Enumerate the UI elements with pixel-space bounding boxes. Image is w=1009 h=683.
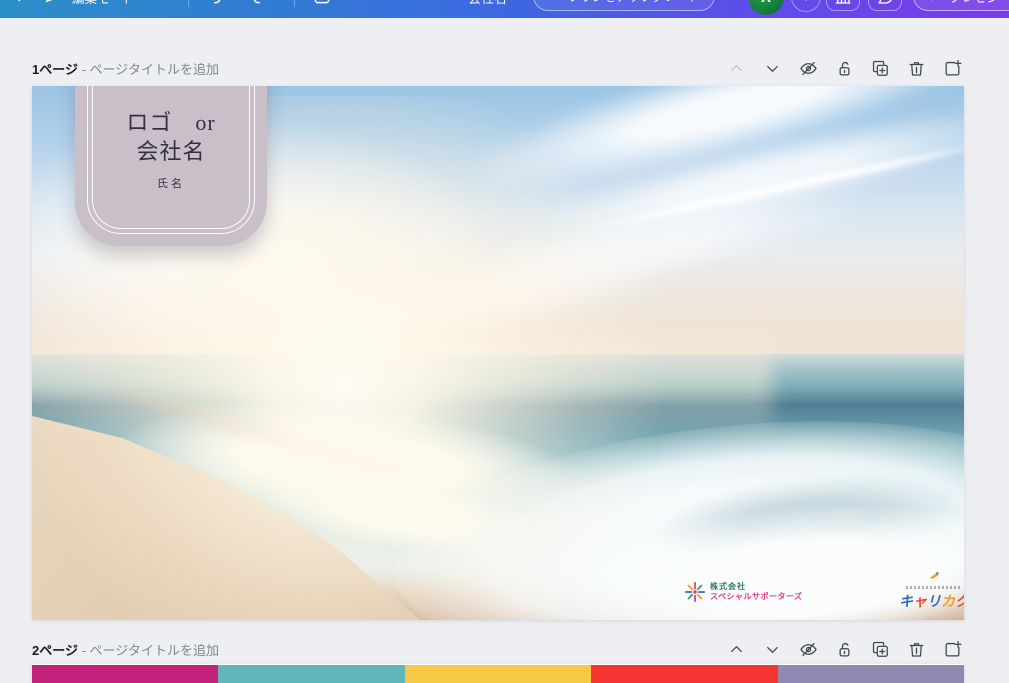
logo-or-line: ロゴ or bbox=[75, 108, 267, 137]
page-1-number: 1ページ bbox=[32, 59, 78, 78]
hide-page-button[interactable] bbox=[796, 637, 820, 661]
user-avatar[interactable]: X bbox=[748, 0, 784, 15]
career-brand-text: キャリカク bbox=[894, 591, 964, 611]
color-strip bbox=[32, 665, 964, 683]
toolbar-divider bbox=[188, 0, 189, 7]
color-block bbox=[32, 665, 218, 683]
add-page-icon bbox=[943, 640, 962, 659]
unlock-icon bbox=[835, 59, 854, 78]
hide-page-button[interactable] bbox=[796, 56, 820, 80]
eye-off-icon bbox=[799, 640, 818, 659]
chevron-down-icon bbox=[763, 59, 782, 78]
company-logo[interactable]: 株式会社 スペシャルサポーターズ bbox=[684, 581, 803, 603]
avatar-letter: X bbox=[761, 0, 771, 6]
page-2-controls bbox=[724, 637, 964, 661]
logo-card[interactable]: ロゴ or 会社名 氏名 bbox=[75, 86, 267, 246]
play-icon bbox=[928, 0, 942, 3]
toolbar-divider bbox=[294, 0, 295, 7]
page-1-title-placeholder[interactable]: - ページタイトルを追加 bbox=[78, 59, 219, 78]
duplicate-page-button[interactable] bbox=[868, 56, 892, 80]
page-2-canvas[interactable] bbox=[32, 664, 964, 683]
invite-member-button[interactable]: + bbox=[791, 0, 821, 12]
lock-page-button[interactable] bbox=[832, 637, 856, 661]
color-block bbox=[218, 665, 404, 683]
logo-card-text[interactable]: ロゴ or 会社名 氏名 bbox=[75, 108, 267, 191]
color-block bbox=[591, 665, 777, 683]
undo-button[interactable] bbox=[200, 0, 228, 10]
top-toolbar: 編集モード 会社名 プランをアップグレード X + bbox=[0, 0, 1009, 18]
redo-button[interactable] bbox=[246, 0, 274, 10]
brand-mark-icon bbox=[929, 571, 939, 580]
company-logo-line2: スペシャルサポーターズ bbox=[710, 592, 803, 602]
add-page-icon bbox=[943, 59, 962, 78]
chevron-up-icon bbox=[727, 640, 746, 659]
redo-icon bbox=[250, 0, 270, 6]
lock-page-button[interactable] bbox=[832, 56, 856, 80]
person-name-line: 氏名 bbox=[75, 175, 267, 191]
company-name-line: 会社名 bbox=[75, 137, 267, 166]
flower-mark-icon bbox=[684, 581, 706, 603]
unlock-icon bbox=[835, 640, 854, 659]
move-page-up-button[interactable] bbox=[724, 56, 748, 80]
crown-icon bbox=[548, 0, 561, 4]
resize-button[interactable] bbox=[308, 0, 336, 10]
canva-editor-window: 編集モード 会社名 プランをアップグレード X + bbox=[0, 0, 1009, 683]
page-2-header: 2ページ - ページタイトルを追加 bbox=[32, 637, 964, 661]
add-page-button[interactable] bbox=[940, 637, 964, 661]
brand-tagline bbox=[906, 586, 962, 589]
edit-mode-label: 編集モード bbox=[72, 0, 135, 7]
add-page-button[interactable] bbox=[940, 56, 964, 80]
comments-button[interactable] bbox=[868, 0, 902, 11]
present-button[interactable]: プレゼン bbox=[913, 0, 1009, 11]
duplicate-icon bbox=[871, 59, 890, 78]
page-2-title-placeholder[interactable]: - ページタイトルを追加 bbox=[78, 640, 219, 659]
delete-page-button[interactable] bbox=[904, 56, 928, 80]
trash-icon bbox=[907, 640, 926, 659]
undo-icon bbox=[204, 0, 224, 6]
chevron-up-icon bbox=[727, 59, 746, 78]
upgrade-plan-label: プランをアップグレード bbox=[568, 0, 700, 5]
comment-bubble-icon bbox=[876, 0, 894, 6]
move-page-up-button[interactable] bbox=[724, 637, 748, 661]
career-brand-logo[interactable]: キャリカク bbox=[894, 568, 964, 611]
insights-button[interactable] bbox=[826, 0, 860, 11]
eye-off-icon bbox=[799, 59, 818, 78]
trash-icon bbox=[907, 59, 926, 78]
design-title[interactable]: 会社名 bbox=[468, 0, 507, 7]
plus-icon: + bbox=[802, 0, 811, 6]
upgrade-plan-button[interactable]: プランをアップグレード bbox=[533, 0, 715, 11]
color-block bbox=[778, 665, 964, 683]
edit-mode-button[interactable] bbox=[38, 0, 66, 10]
delete-page-button[interactable] bbox=[904, 637, 928, 661]
chevron-left-icon bbox=[9, 0, 27, 5]
page-1-canvas[interactable]: ロゴ or 会社名 氏名 株式会社 スペシャルサポーターズ bbox=[32, 86, 964, 620]
page-1-header: 1ページ - ページタイトルを追加 bbox=[32, 56, 964, 80]
pen-icon bbox=[43, 0, 61, 5]
present-label: プレゼン bbox=[949, 0, 999, 6]
back-button[interactable] bbox=[4, 0, 32, 10]
move-page-down-button[interactable] bbox=[760, 637, 784, 661]
color-block bbox=[405, 665, 591, 683]
page-2-number: 2ページ bbox=[32, 640, 78, 659]
duplicate-icon bbox=[871, 640, 890, 659]
company-logo-line1: 株式会社 bbox=[710, 582, 803, 592]
duplicate-page-button[interactable] bbox=[868, 637, 892, 661]
resize-icon bbox=[312, 0, 332, 6]
page-1-controls bbox=[724, 56, 964, 80]
bar-chart-icon bbox=[834, 0, 852, 6]
chevron-down-icon bbox=[763, 640, 782, 659]
move-page-down-button[interactable] bbox=[760, 56, 784, 80]
